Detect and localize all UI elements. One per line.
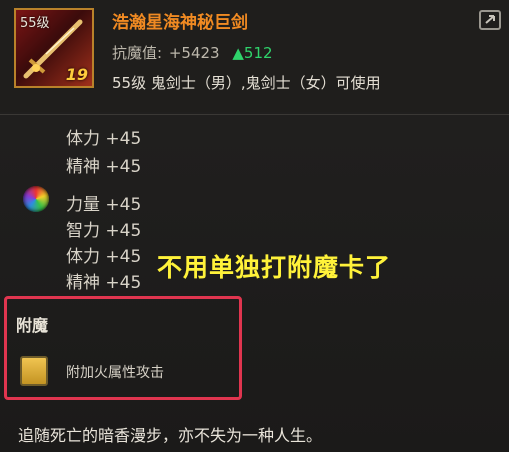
stat-line: 力量 +45 bbox=[66, 195, 142, 215]
anti-magic-value: +5423 bbox=[168, 44, 220, 62]
item-tooltip: 55级 19 浩瀚星海神秘巨剑 抗魔值: +5423 ▲512 55级 鬼剑士（… bbox=[0, 0, 509, 452]
share-icon[interactable] bbox=[479, 10, 501, 30]
divider bbox=[0, 114, 509, 115]
rainbow-orb-icon bbox=[23, 186, 49, 212]
item-enhance-count: 19 bbox=[65, 65, 88, 84]
anti-magic-label: 抗魔值: bbox=[112, 44, 163, 62]
enchant-card-icon bbox=[20, 356, 48, 386]
enchant-title: 附魔 bbox=[16, 316, 49, 335]
flavor-text: 追随死亡的暗香漫步，亦不失为一种人生。 bbox=[18, 426, 323, 445]
anti-magic-row: 抗魔值: +5423 ▲512 bbox=[112, 42, 273, 63]
enchant-effect: 附加火属性攻击 bbox=[66, 365, 164, 381]
stat-line: 智力 +45 bbox=[66, 221, 142, 241]
sword-item-icon: 55级 19 bbox=[14, 8, 94, 88]
caption-overlay: 不用单独打附魔卡了 bbox=[157, 253, 392, 282]
stat-line: 精神 +45 bbox=[66, 157, 142, 177]
stat-line: 体力 +45 bbox=[66, 247, 142, 267]
item-level-label: 55级 bbox=[20, 16, 50, 31]
anti-magic-diff: ▲512 bbox=[232, 44, 273, 62]
item-name: 浩瀚星海神秘巨剑 bbox=[112, 13, 248, 33]
stat-line: 体力 +45 bbox=[66, 129, 142, 149]
stat-line: 精神 +45 bbox=[66, 273, 142, 293]
usable-by-text: 55级 鬼剑士（男）,鬼剑士（女）可使用 bbox=[112, 74, 381, 92]
